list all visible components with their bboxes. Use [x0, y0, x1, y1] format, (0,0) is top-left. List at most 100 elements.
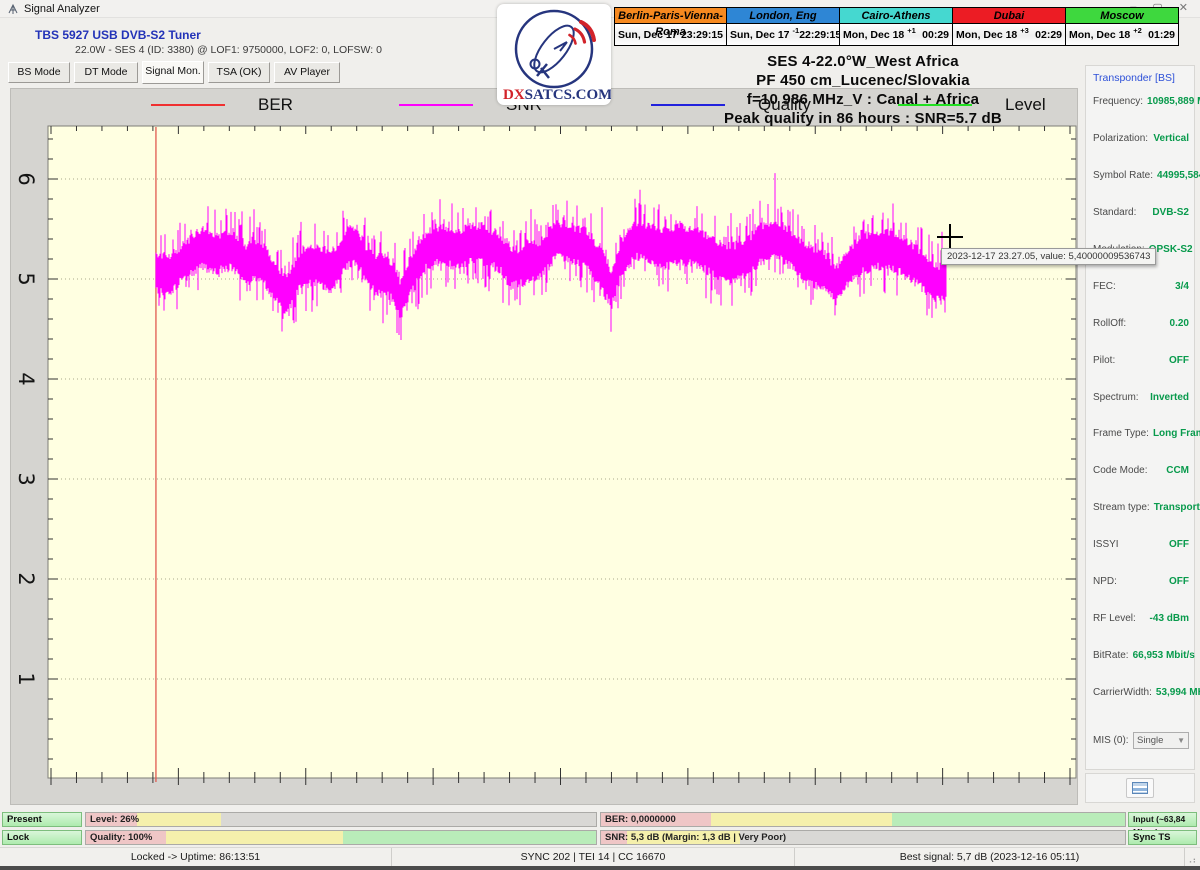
mis-select[interactable]: Single ▼ [1133, 732, 1189, 749]
meter-segment-3 [892, 813, 1125, 826]
chart-title-line3: f=10 986 MHz_V : Canal + Africa [640, 90, 1086, 109]
clock-panel-1: Berlin-Paris-Vienna-RomaSun, Dec 1723:29… [614, 7, 727, 46]
list-icon [1132, 782, 1148, 794]
transponder-row-value: Inverted [1150, 392, 1189, 403]
level-meter: Level: 26% [85, 812, 597, 827]
transponder-subpanel [1085, 773, 1195, 803]
clock-date: Mon, Dec 18 [843, 29, 904, 41]
transponder-row: Standard: DVB-S2 [1093, 207, 1189, 218]
transponder-row: Frame Type:Long Frame [1093, 428, 1189, 439]
snr-meter-label: SNR: 5,3 dB (Margin: 1,3 dB | Very Poor) [605, 832, 786, 843]
meter-segment-2 [137, 813, 221, 826]
transponder-row: ISSYIOFF [1093, 539, 1189, 550]
input-badge: Input (~63,84 Mbps) [1128, 812, 1197, 827]
clock-city: Moscow [1066, 8, 1178, 24]
meter-segment-3 [343, 831, 596, 844]
svg-text:3: 3 [14, 472, 38, 485]
clock-date: Mon, Dec 18 [956, 29, 1017, 41]
transponder-row-value: -43 dBm [1150, 613, 1189, 624]
resize-grip[interactable] [1185, 848, 1200, 866]
clock-time: 02:29 [1035, 29, 1062, 41]
tab-tsa-ok[interactable]: TSA (OK) [208, 62, 270, 83]
transponder-row-value: 0.20 [1170, 318, 1189, 329]
svg-text:DXSATCS.COM: DXSATCS.COM [503, 87, 611, 103]
tab-dt-mode[interactable]: DT Mode [74, 62, 138, 83]
transponder-row: Polarization: Vertical [1093, 133, 1189, 144]
transponder-row: Stream type:Transport [1093, 502, 1189, 513]
transponder-row-label: FEC: [1093, 281, 1116, 292]
transponder-row-value: 10985,889 MHz [1147, 96, 1200, 107]
statusbar: Locked -> Uptime: 86:13:51 SYNC 202 | TE… [0, 847, 1200, 866]
transponder-row: Symbol Rate:44995,584 KS/s [1093, 170, 1189, 181]
tab-av-player[interactable]: AV Player [274, 62, 340, 83]
chart-title-line1: SES 4-22.0°W_West Africa [640, 52, 1086, 71]
clock-city: Dubai [953, 8, 1065, 24]
lock-badge: Lock [2, 830, 82, 845]
legend-item-ber: BER [151, 95, 293, 115]
transponder-row-label: Spectrum: [1093, 392, 1139, 403]
clock-city: Berlin-Paris-Vienna-Roma [615, 8, 726, 24]
logo-text-dx: DX [503, 87, 525, 103]
transponder-row-label: Polarization: [1093, 133, 1148, 144]
transponder-row-label: RollOff: [1093, 318, 1126, 329]
window-title: Signal Analyzer [24, 3, 100, 15]
transponder-row: RF Level: -43 dBm [1093, 613, 1189, 624]
statusbar-sync: SYNC 202 | TEI 14 | CC 16670 [392, 848, 795, 866]
level-meter-label: Level: 26% [90, 814, 139, 825]
transponder-row-value: CCM [1166, 465, 1189, 476]
meter-segment-2 [166, 831, 343, 844]
ber-meter: BER: 0,0000000 [600, 812, 1126, 827]
tuner-name: TBS 5927 USB DVB-S2 Tuner [35, 28, 201, 42]
transponder-row: Pilot: OFF [1093, 355, 1189, 366]
transponder-row-value: Long Frame [1153, 428, 1200, 439]
legend-line-ber [151, 104, 225, 106]
clock-city: Cairo-Athens [840, 8, 952, 24]
transponder-panel: Transponder [BS] Frequency:10985,889 MHz… [1085, 65, 1195, 770]
clock-time: 00:29 [922, 29, 949, 41]
svg-text:6: 6 [14, 172, 38, 185]
transponder-row-label: Pilot: [1093, 355, 1115, 366]
mis-row: MIS (0): Single ▼ [1093, 732, 1189, 749]
transponder-row: Frequency:10985,889 MHz [1093, 96, 1189, 107]
clock-time: 22:29:15 [799, 29, 841, 41]
world-clocks: Berlin-Paris-Vienna-RomaSun, Dec 1723:29… [614, 7, 1179, 46]
transponder-row-value: OFF [1169, 355, 1189, 366]
transponder-row: Code Mode: CCM [1093, 465, 1189, 476]
transponder-row-value: OFF [1169, 576, 1189, 587]
transponder-row-label: Code Mode: [1093, 465, 1147, 476]
clock-date: Sun, Dec 17 [730, 29, 790, 41]
snr-meter: SNR: 5,3 dB (Margin: 1,3 dB | Very Poor) [600, 830, 1126, 845]
clock-panel-4: DubaiMon, Dec 18+302:29 [953, 7, 1066, 46]
clock-date: Sun, Dec 17 [618, 29, 678, 41]
transponder-row-label: Frequency: [1093, 96, 1143, 107]
transponder-row-label: Stream type: [1093, 502, 1150, 513]
close-icon[interactable]: ✕ [1179, 1, 1190, 14]
legend-line-snr [399, 104, 473, 106]
chart-title-line2: PF 450 cm_Lucenec/Slovakia [640, 71, 1086, 90]
chevron-down-icon: ▼ [1177, 736, 1185, 745]
svg-text:2: 2 [14, 572, 38, 585]
transponder-row-value: DVB-S2 [1152, 207, 1189, 218]
statusbar-uptime: Locked -> Uptime: 86:13:51 [0, 848, 392, 866]
transponder-row-label: RF Level: [1093, 613, 1136, 624]
clock-datetime: Mon, Dec 18+302:29 [953, 24, 1065, 45]
tab-signal-mon[interactable]: Signal Mon. [142, 61, 204, 84]
tab-bs-mode[interactable]: BS Mode [8, 62, 70, 83]
transponder-row: Spectrum: Inverted [1093, 392, 1189, 403]
transponder-row-label: Symbol Rate: [1093, 170, 1153, 181]
transponder-row-value: Vertical [1153, 133, 1189, 144]
mis-label: MIS (0): [1093, 735, 1129, 746]
chart-plot-area[interactable]: 123456 [11, 89, 1077, 804]
clock-datetime: Mon, Dec 18+201:29 [1066, 24, 1178, 45]
crosshair-cursor [937, 224, 963, 250]
list-button[interactable] [1126, 778, 1154, 798]
clock-datetime: Mon, Dec 18+100:29 [840, 24, 952, 45]
transponder-row-label: Standard: [1093, 207, 1136, 218]
transponder-row-label: Frame Type: [1093, 428, 1149, 439]
quality-meter: Quality: 100% [85, 830, 597, 845]
statusbar-best-signal: Best signal: 5,7 dB (2023-12-16 05:11) [795, 848, 1185, 866]
transponder-title: Transponder [BS] [1093, 72, 1175, 84]
logo-text-rest: SATCS.COM [525, 87, 611, 103]
svg-text:5: 5 [14, 272, 38, 285]
transponder-row-value: 3/4 [1175, 281, 1189, 292]
